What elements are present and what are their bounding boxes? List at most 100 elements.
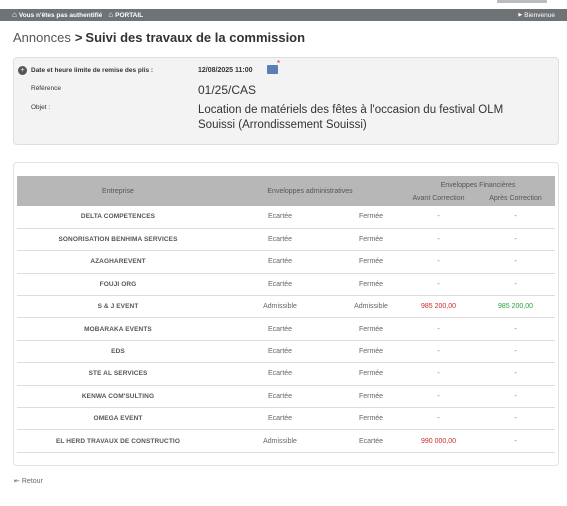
header-apres: Après Correction [489,195,542,202]
calendar-icon[interactable]: * [267,59,280,75]
cell-entreprise: AZAGHAREVENT [17,250,219,274]
retour-link[interactable]: ⇤ Retour [14,477,43,485]
reference-value: 01/25/CAS [198,83,257,97]
bullet-icon: + [18,66,27,75]
retour-label: Retour [21,478,43,485]
back-arrow-icon: ⇤ [14,478,20,485]
cell-entreprise: FOUJI ORG [17,273,219,297]
cell-admin-envelope: Admissible [341,295,401,319]
table-row: OMEGA EVENT Ecartée Fermée - - [17,407,555,431]
cell-entreprise: OMEGA EVENT [17,407,219,431]
cell-entreprise: STE AL SERVICES [17,362,219,386]
cell-admin-envelope: Fermée [341,206,401,229]
table-row: KENWA COM'SULTING Ecartée Fermée - - [17,385,555,409]
header-entreprise: Entreprise [102,187,134,195]
cell-apres-correction: - [476,407,555,431]
cell-admin-envelope: Fermée [341,362,401,386]
cell-avant-correction: - [401,206,476,229]
cell-entreprise: DELTA COMPETENCES [17,206,219,229]
welcome-label: Bienvenue [524,11,555,19]
table-row: AZAGHAREVENT Ecartée Fermée - - [17,250,555,274]
cell-avant-correction: - [401,273,476,297]
cell-admin-status: Ecartée [219,273,341,297]
cell-entreprise: EL HERD TRAVAUX DE CONSTRUCTIO [17,429,219,453]
cell-avant-correction: - [401,340,476,364]
header-admin: Enveloppes administratives [267,187,353,195]
cell-apres-correction: - [476,273,555,297]
cell-admin-envelope: Fermée [341,317,401,341]
cell-admin-status: Admissible [219,429,341,453]
cell-apres-correction: - [476,317,555,341]
cell-avant-correction: - [401,362,476,386]
top-bar: ⌂ Vous n'êtes pas authentifié ⌂ PORTAIL … [0,9,567,21]
reference-label: Référence [31,85,61,92]
cell-admin-envelope: Fermée [341,273,401,297]
deadline-value: 12/08/2025 11:00 [198,67,253,74]
cell-apres-correction: - [476,228,555,252]
consultation-info-box: + Date et heure limite de remise des pli… [13,57,559,145]
cell-admin-envelope: Fermée [341,407,401,431]
cell-apres-correction: - [476,340,555,364]
cell-avant-correction: - [401,385,476,409]
page-title: Suivi des travaux de la commission [85,30,306,45]
cell-admin-status: Ecartée [219,250,341,274]
cell-admin-envelope: Fermée [341,340,401,364]
objet-value-line2: Souissi (Arrondissement Souissi) [198,119,367,131]
cell-admin-status: Admissible [219,295,341,319]
deadline-label: Date et heure limite de remise des plis … [31,67,154,74]
cell-entreprise: EDS [17,340,219,364]
breadcrumb-annonces[interactable]: Annonces [13,30,71,45]
caret-icon: ▶ [518,12,523,18]
cell-admin-status: Ecartée [219,385,341,409]
objet-value: Location de matériels des fêtes à l'occa… [198,103,558,133]
cell-avant-correction: 990 000,00 [401,429,476,453]
cell-avant-correction: - [401,250,476,274]
table-row: S & J EVENT Admissible Admissible 985 200,0… [17,295,555,319]
cell-apres-correction: - [476,362,555,386]
table-row: MOBARAKA EVENTS Ecartée Fermée - - [17,317,555,341]
cell-entreprise: KENWA COM'SULTING [17,385,219,409]
cell-admin-status: Ecartée [219,317,341,341]
auth-status: Vous n'êtes pas authentifié [18,11,103,19]
welcome-link[interactable]: ▶ Bienvenue [518,12,555,19]
breadcrumb-separator: > [74,30,83,45]
portal-home-icon[interactable]: ⌂ [108,11,113,19]
cell-avant-correction: - [401,317,476,341]
cell-admin-envelope: Fermée [341,228,401,252]
header-avant: Avant Correction [412,195,465,202]
cell-entreprise: SONORISATION BENHIMA SERVICES [17,228,219,252]
cell-apres-correction: - [476,206,555,229]
cell-entreprise: MOBARAKA EVENTS [17,317,219,341]
cell-avant-correction: 985 200,00 [401,295,476,319]
portal-link[interactable]: PORTAIL [115,12,143,19]
table-header-row: Entreprise Enveloppes administratives En… [17,176,555,195]
objet-value-line1: Location de matériels des fêtes à l'occa… [198,104,504,116]
table-row: EL HERD TRAVAUX DE CONSTRUCTIO Admissible… [17,429,555,453]
cell-admin-envelope: Fermée [341,385,401,409]
objet-label: Objet : [31,104,51,111]
cell-entreprise: S & J EVENT [17,295,219,319]
header-financial: Enveloppes Financières [440,182,516,189]
cell-apres-correction: - [476,250,555,274]
table-row: DELTA COMPETENCES Ecartée Fermée - - [17,206,555,229]
cell-avant-correction: - [401,228,476,252]
cell-avant-correction: - [401,407,476,431]
page-heading: Annonces > Suivi des travaux de la commiss… [13,30,305,45]
cell-admin-envelope: Fermée [341,250,401,274]
cell-admin-status: Ecartée [219,228,341,252]
cell-apres-correction: 985 200,00 [476,295,555,319]
cell-admin-status: Ecartée [219,340,341,364]
results-table: Entreprise Enveloppes administratives En… [17,176,555,453]
cell-admin-status: Ecartée [219,407,341,431]
cell-admin-status: Ecartée [219,206,341,229]
table-row: EDS Ecartée Fermée - - [17,340,555,364]
cell-admin-status: Ecartée [219,362,341,386]
table-row: FOUJI ORG Ecartée Fermée - - [17,273,555,297]
cell-apres-correction: - [476,385,555,409]
table-row: STE AL SERVICES Ecartée Fermée - - [17,362,555,386]
cell-admin-envelope: Ecartée [341,429,401,453]
cell-apres-correction: - [476,429,555,453]
table-row: SONORISATION BENHIMA SERVICES Ecartée Ferm… [17,228,555,252]
home-icon: ⌂ [12,10,17,19]
top-strip [497,0,547,3]
